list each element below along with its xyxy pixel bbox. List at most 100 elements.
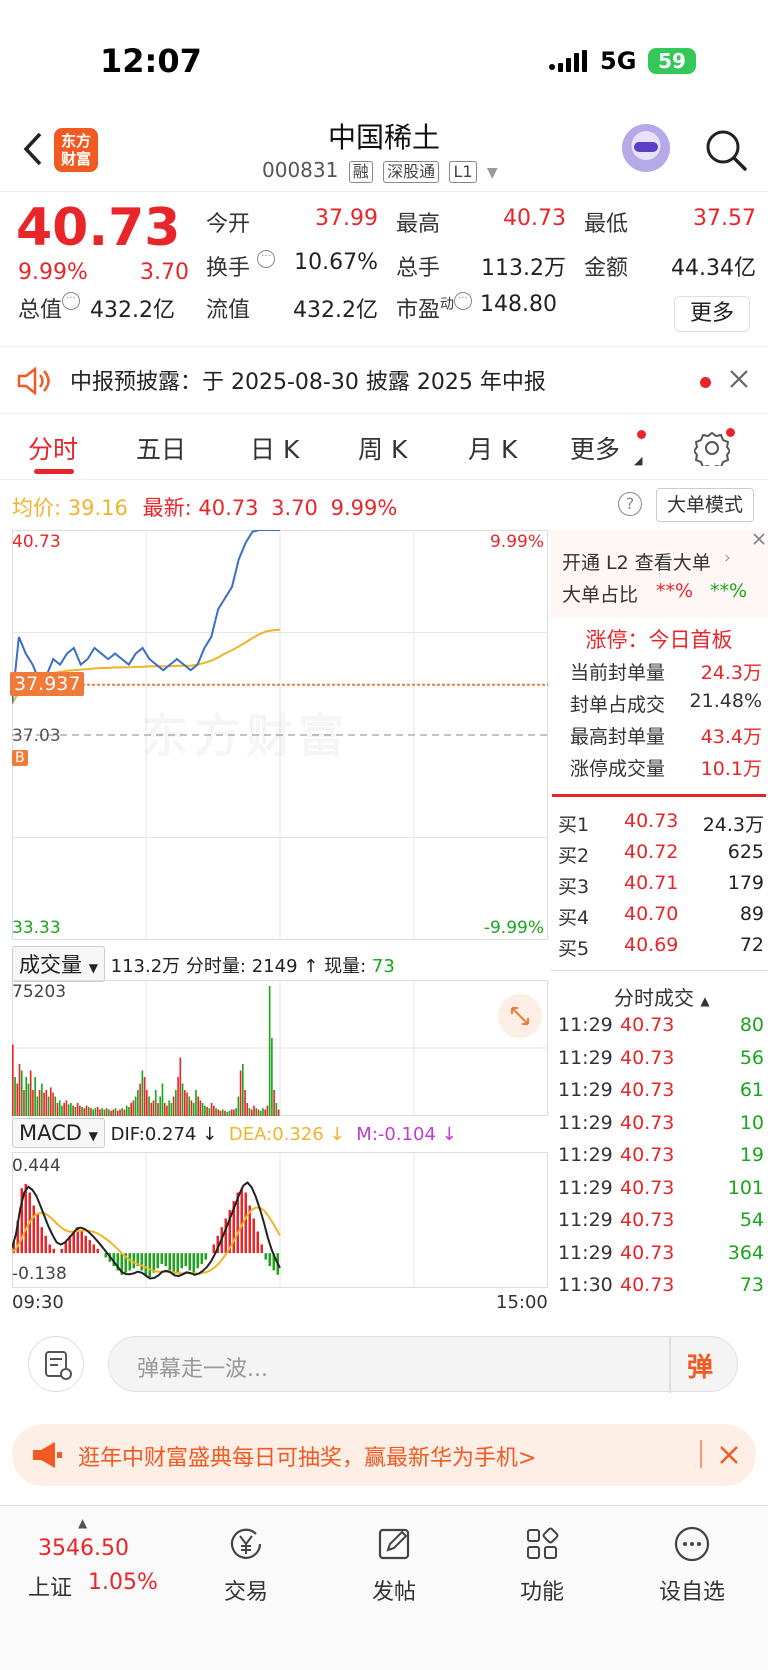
info-icon[interactable]: ··· — [257, 250, 276, 268]
stock-code-line[interactable]: 000831 融 深股通 L1 ▼ — [262, 158, 498, 183]
volume-chart[interactable]: 75203 — [12, 980, 548, 1116]
active-tab-indicator — [34, 469, 74, 474]
chevron-up-icon: ▲ — [700, 994, 710, 1008]
tab-monthly-k[interactable]: 月 K — [468, 430, 517, 466]
quote-panel: 40.73 9.99% 3.70 今开 37.99 最高 40.73 最低 37… — [0, 192, 768, 347]
open-value: 37.99 — [315, 206, 378, 231]
macd-bar — [96, 1248, 99, 1254]
close-icon[interactable] — [728, 368, 750, 394]
volume-bar — [58, 1100, 61, 1116]
indicator-select-macd[interactable]: MACD ▼ — [12, 1118, 105, 1148]
limit-stat-row: 最高封单量 43.4万 — [550, 722, 768, 752]
more-button[interactable]: 更多 — [674, 296, 750, 332]
tab-post[interactable]: 发帖 — [344, 1524, 444, 1606]
info-icon[interactable]: ··· — [62, 292, 81, 310]
index-pct[interactable]: 1.05% — [88, 1570, 158, 1595]
trades-title-text: 分时成交 — [614, 986, 694, 1010]
volume-bar — [230, 1109, 233, 1116]
l2-promo[interactable]: 开通 L2 查看大单 › 大单占比 **% **% — [550, 530, 768, 618]
intraday-chart[interactable]: 40.73 9.99% 33.33 -9.99% 37.03 37.937 B … — [10, 529, 548, 940]
tab-weekly-k[interactable]: 周 K — [358, 430, 407, 466]
pct-bottom-label: -9.99% — [483, 918, 544, 938]
comment-input[interactable]: 弹幕走一波... 弹 — [108, 1336, 738, 1393]
order-book-row[interactable]: 买2 40.72 625 — [558, 841, 768, 874]
unread-dot — [637, 430, 646, 439]
chart-info-line: 均价: 39.16 最新: 40.73 3.70 9.99% — [12, 492, 397, 522]
info-icon[interactable]: ··· — [454, 292, 473, 310]
close-icon[interactable] — [750, 530, 768, 548]
big-order-mode-button[interactable]: 大单模式 — [656, 488, 754, 522]
order-book-row[interactable]: 买4 40.70 89 — [558, 903, 768, 936]
trade-time: 11:29 — [558, 1241, 613, 1264]
order-book-row[interactable]: 买1 40.73 24.3万 — [558, 810, 768, 843]
note-icon[interactable] — [28, 1336, 84, 1392]
speaker-icon — [16, 366, 52, 400]
volume-bar — [226, 1112, 229, 1116]
tab-more[interactable]: 更多 — [570, 430, 620, 466]
trade-row: 11:29 40.73 80 — [558, 1014, 768, 1047]
book-level-label: 买1 — [558, 814, 590, 836]
trade-time: 11:29 — [558, 1144, 613, 1166]
arrow-down-icon: ↓ — [441, 1124, 457, 1145]
tab-functions[interactable]: 功能 — [492, 1524, 592, 1606]
volume-bar — [190, 1100, 193, 1116]
macd-bar — [168, 1253, 171, 1271]
volume-bar — [237, 1096, 240, 1116]
order-book-row[interactable]: 买5 40.69 72 — [558, 934, 768, 967]
volume-bar — [18, 1064, 21, 1116]
volume-bar — [192, 1103, 195, 1116]
order-book-row[interactable]: 买3 40.71 179 — [558, 872, 768, 905]
assistant-icon[interactable] — [622, 124, 670, 172]
tab-daily-k[interactable]: 日 K — [250, 430, 299, 466]
macd-max-label: 0.444 — [12, 1156, 61, 1176]
mktcap-value: 432.2亿 — [90, 298, 175, 323]
volume-bar — [268, 986, 271, 1116]
volume-bar — [206, 1106, 208, 1116]
macd-chart[interactable]: 0.444 -0.138 — [11, 1152, 548, 1288]
volume-bar — [85, 1105, 88, 1116]
yen-icon — [196, 1524, 296, 1570]
trade-time: 11:29 — [558, 1111, 613, 1134]
macd-bar — [52, 1248, 55, 1254]
trade-volume: 73 — [739, 1274, 764, 1296]
trades-title[interactable]: 分时成交 ▲ — [614, 982, 710, 1011]
indicator-select-volume[interactable]: 成交量 ▼ — [12, 946, 105, 982]
trade-price: 40.73 — [620, 1176, 675, 1199]
volume-bar — [128, 1106, 130, 1116]
promo-banner[interactable]: 逛年中财富盛典每日可抽奖，赢最新华为手机> — [12, 1424, 756, 1486]
signal-icon — [548, 50, 588, 76]
limit-stat-label: 封单占成交 — [570, 694, 666, 716]
index-name[interactable]: 上证 — [28, 1570, 72, 1602]
dif-label: DIF: — [110, 1124, 145, 1145]
volume-bar — [157, 1103, 159, 1116]
help-icon[interactable]: ? — [618, 492, 642, 516]
macd-chart-svg — [11, 1152, 548, 1288]
book-price: 40.73 — [624, 810, 679, 832]
index-value[interactable]: 3546.50 — [38, 1536, 129, 1561]
volume-bar — [61, 1105, 63, 1116]
macd-bar — [204, 1253, 207, 1260]
comment-bar: 弹幕走一波... 弹 — [0, 1318, 768, 1408]
volume-bar — [199, 1100, 202, 1116]
volume-bar — [132, 1100, 135, 1116]
caret-up-icon: ▲ — [78, 1516, 88, 1530]
volume-bar — [244, 1090, 246, 1116]
volume-bar — [217, 1109, 220, 1116]
search-icon[interactable] — [704, 128, 748, 176]
trade-price: 40.73 — [620, 1209, 675, 1231]
tab-watchlist[interactable]: 设自选 — [642, 1524, 742, 1606]
arrow-down-icon: ↓ — [329, 1124, 345, 1145]
period-tabs: 分时 五日 日 K 周 K 月 K 更多 ◢ — [0, 414, 768, 480]
low-label: 最低 — [584, 212, 629, 237]
notice-bar[interactable]: 中报预披露：于 2025-08-30 披露 2025 年中报 — [0, 348, 768, 414]
expand-icon[interactable] — [498, 994, 542, 1038]
tab-trade[interactable]: 交易 — [196, 1524, 296, 1606]
limit-divider — [552, 794, 766, 797]
gear-icon[interactable] — [692, 430, 732, 471]
tab-five-day[interactable]: 五日 — [136, 430, 186, 466]
avg-value: 39.16 — [67, 496, 128, 520]
tab-intraday[interactable]: 分时 — [28, 430, 78, 466]
close-icon[interactable] — [718, 1444, 740, 1470]
macd-bar — [24, 1183, 27, 1254]
danmu-button[interactable]: 弹 — [687, 1347, 713, 1384]
